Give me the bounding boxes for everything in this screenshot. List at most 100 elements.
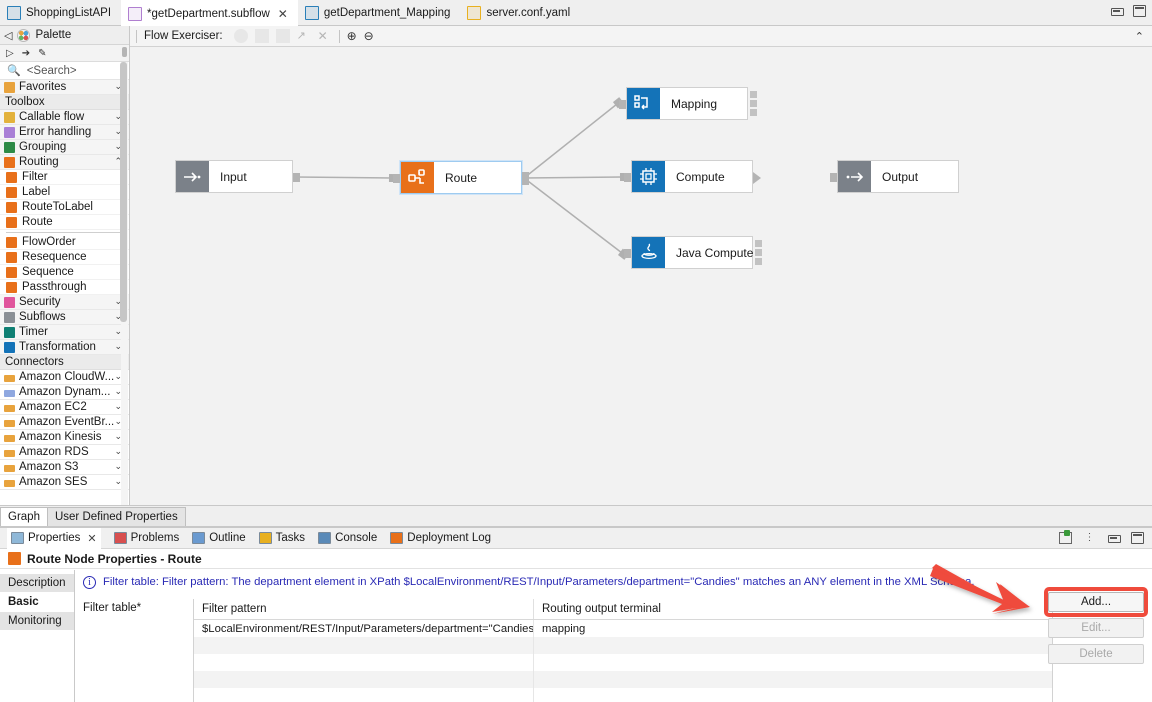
node-input-terminal[interactable] bbox=[619, 100, 626, 109]
properties-tab-outline[interactable]: Outline bbox=[192, 528, 246, 549]
palette-connector-amazon-ec2[interactable]: Amazon EC2 ⌄ bbox=[0, 400, 129, 415]
palette-connector-amazon-s3[interactable]: Amazon S3 ⌄ bbox=[0, 460, 129, 475]
palette-section-connectors: Connectors bbox=[0, 355, 129, 370]
properties-content: Description Basic Monitoring i Filter tabl… bbox=[0, 570, 1152, 702]
restore-view-icon[interactable] bbox=[1059, 530, 1072, 544]
graph-tab-graph[interactable]: Graph bbox=[0, 507, 48, 526]
palette-group-timer[interactable]: Timer ⌄ bbox=[0, 325, 129, 340]
palette-group-subflows[interactable]: Subflows ⌄ bbox=[0, 310, 129, 325]
palette-connector-amazon-kinesis[interactable]: Amazon Kinesis ⌄ bbox=[0, 430, 129, 445]
properties-side-tab-description[interactable]: Description bbox=[0, 574, 74, 593]
panel-minimize-icon[interactable] bbox=[1107, 532, 1121, 544]
palette-group-routing[interactable]: Routing ⌃ bbox=[0, 155, 129, 170]
palette-group-security[interactable]: Security ⌄ bbox=[0, 295, 129, 310]
palette-tool-row: ▷ ➔ ✎ bbox=[0, 45, 129, 62]
route-icon bbox=[6, 216, 17, 228]
palette-tool-scrollbar[interactable] bbox=[122, 47, 127, 57]
properties-icon bbox=[11, 532, 24, 544]
properties-tab-label: Properties bbox=[28, 532, 81, 544]
column-header-routing-output-terminal[interactable]: Routing output terminal bbox=[534, 599, 1052, 619]
node-output-terminal[interactable] bbox=[293, 173, 300, 182]
flow-node-java-compute[interactable]: Java Compute bbox=[624, 236, 762, 269]
palette-group-callable-flow[interactable]: Callable flow ⌄ bbox=[0, 110, 129, 125]
maximize-icon[interactable] bbox=[1133, 5, 1146, 17]
annotate-tool-icon[interactable]: ✎ bbox=[38, 48, 46, 59]
column-header-filter-pattern[interactable]: Filter pattern bbox=[194, 599, 534, 619]
node-input-terminal[interactable] bbox=[624, 249, 631, 258]
panel-maximize-icon[interactable] bbox=[1131, 532, 1144, 544]
node-output-terminals[interactable] bbox=[755, 240, 762, 265]
flow-node-input[interactable]: Input bbox=[175, 160, 300, 193]
palette-group-transformation[interactable]: Transformation ⌄ bbox=[0, 340, 129, 355]
select-tool-icon[interactable]: ▷ bbox=[6, 48, 14, 59]
flow-node-route[interactable]: Route bbox=[393, 160, 529, 195]
table-row-empty[interactable] bbox=[194, 688, 1052, 702]
properties-tab-problems[interactable]: Problems bbox=[113, 528, 179, 549]
zoom-out-icon[interactable]: ⊖ bbox=[364, 29, 374, 43]
flow-node-mapping[interactable]: Mapping bbox=[619, 87, 757, 120]
palette-scrollbar-thumb[interactable] bbox=[120, 62, 127, 322]
table-row-empty[interactable] bbox=[194, 654, 1052, 671]
palette-connector-amazon-cloudw[interactable]: Amazon CloudW... ⌄ bbox=[0, 370, 129, 385]
table-row-empty[interactable] bbox=[194, 671, 1052, 688]
properties-tab-close-icon[interactable]: ✕ bbox=[87, 532, 96, 545]
filter-table[interactable]: Filter pattern Routing output terminal $… bbox=[193, 599, 1053, 702]
palette-connector-amazon-eventbr[interactable]: Amazon EventBr... ⌄ bbox=[0, 415, 129, 430]
sequence-icon bbox=[6, 266, 17, 278]
palette-group-error-handling[interactable]: Error handling ⌄ bbox=[0, 125, 129, 140]
palette-connector-amazon-rds[interactable]: Amazon RDS ⌄ bbox=[0, 445, 129, 460]
palette-item-filter[interactable]: Filter bbox=[0, 170, 129, 185]
palette-group-favorites[interactable]: Favorites ⌄ bbox=[0, 80, 129, 95]
editor-tab-getdepartment-mapping[interactable]: getDepartment_Mapping bbox=[298, 0, 461, 26]
view-menu-icon[interactable]: ⋮ bbox=[1083, 532, 1096, 544]
palette-item-passthrough[interactable]: Passthrough bbox=[0, 280, 129, 295]
mapping-node-icon bbox=[627, 88, 660, 119]
properties-toolbar: ⋮ bbox=[1059, 530, 1144, 544]
table-row[interactable]: $LocalEnvironment/REST/Input/Parameters/… bbox=[194, 620, 1052, 637]
minimize-icon[interactable] bbox=[1110, 5, 1124, 17]
node-output-terminal[interactable] bbox=[522, 172, 529, 185]
palette-item-floworder[interactable]: FlowOrder bbox=[0, 235, 129, 250]
properties-side-tab-monitoring[interactable]: Monitoring bbox=[0, 612, 74, 631]
window-controls bbox=[1110, 5, 1146, 17]
palette-item-routetolabel[interactable]: RouteToLabel bbox=[0, 200, 129, 215]
editor-tab-close-icon[interactable]: ✕ bbox=[278, 7, 288, 21]
properties-tab-properties[interactable]: Properties ✕ bbox=[7, 527, 101, 549]
palette-item-label[interactable]: Label bbox=[0, 185, 129, 200]
editor-tab-server-conf-yaml[interactable]: server.conf.yaml bbox=[460, 0, 580, 26]
properties-side-tab-basic[interactable]: Basic bbox=[0, 593, 74, 612]
graph-tab-user-defined-properties[interactable]: User Defined Properties bbox=[46, 507, 186, 526]
node-input-terminal[interactable] bbox=[624, 173, 631, 182]
palette-search-input[interactable]: 🔍 <Search> bbox=[0, 62, 129, 80]
flow-canvas[interactable]: Input Route Mapping Compute Java Compute Outp… bbox=[130, 47, 1152, 505]
flow-node-output[interactable]: Output bbox=[830, 160, 959, 193]
node-input-terminal[interactable] bbox=[830, 173, 837, 182]
add-button[interactable]: Add... bbox=[1048, 592, 1144, 612]
palette-collapse-icon[interactable]: ◁ bbox=[4, 29, 12, 42]
editor-tab-shoppinglistapi[interactable]: ShoppingListAPI bbox=[0, 0, 121, 26]
node-output-terminal[interactable] bbox=[753, 172, 761, 184]
label-icon bbox=[6, 186, 17, 198]
table-row-empty[interactable] bbox=[194, 637, 1052, 654]
marquee-tool-icon[interactable]: ➔ bbox=[22, 48, 30, 59]
editor-tab-getdepartment-subflow[interactable]: *getDepartment.subflow ✕ bbox=[121, 0, 298, 26]
palette-item-sequence[interactable]: Sequence bbox=[0, 265, 129, 280]
cell-empty bbox=[534, 688, 1052, 702]
properties-tab-console[interactable]: Console bbox=[318, 528, 377, 549]
flow-node-compute[interactable]: Compute bbox=[624, 160, 761, 193]
node-input-terminal[interactable] bbox=[393, 174, 400, 183]
palette-connector-amazon-dynam[interactable]: Amazon Dynam... ⌄ bbox=[0, 385, 129, 400]
node-output-terminals[interactable] bbox=[750, 91, 757, 116]
editor-collapse-icon[interactable]: ⌃ bbox=[1135, 30, 1144, 43]
palette-group-grouping[interactable]: Grouping ⌄ bbox=[0, 140, 129, 155]
zoom-in-icon[interactable]: ⊕ bbox=[347, 29, 357, 43]
palette-scrollbar-track[interactable] bbox=[120, 62, 128, 505]
search-icon: 🔍 bbox=[7, 64, 21, 77]
palette-connector-amazon-ses[interactable]: Amazon SES ⌄ bbox=[0, 475, 129, 490]
palette-item-resequence[interactable]: Resequence bbox=[0, 250, 129, 265]
editor-tab-label: ShoppingListAPI bbox=[26, 7, 112, 19]
properties-tab-deployment-log[interactable]: Deployment Log bbox=[390, 528, 491, 549]
properties-tab-tasks[interactable]: Tasks bbox=[258, 528, 305, 549]
cell-empty bbox=[194, 671, 534, 688]
palette-item-route[interactable]: Route bbox=[0, 215, 129, 230]
